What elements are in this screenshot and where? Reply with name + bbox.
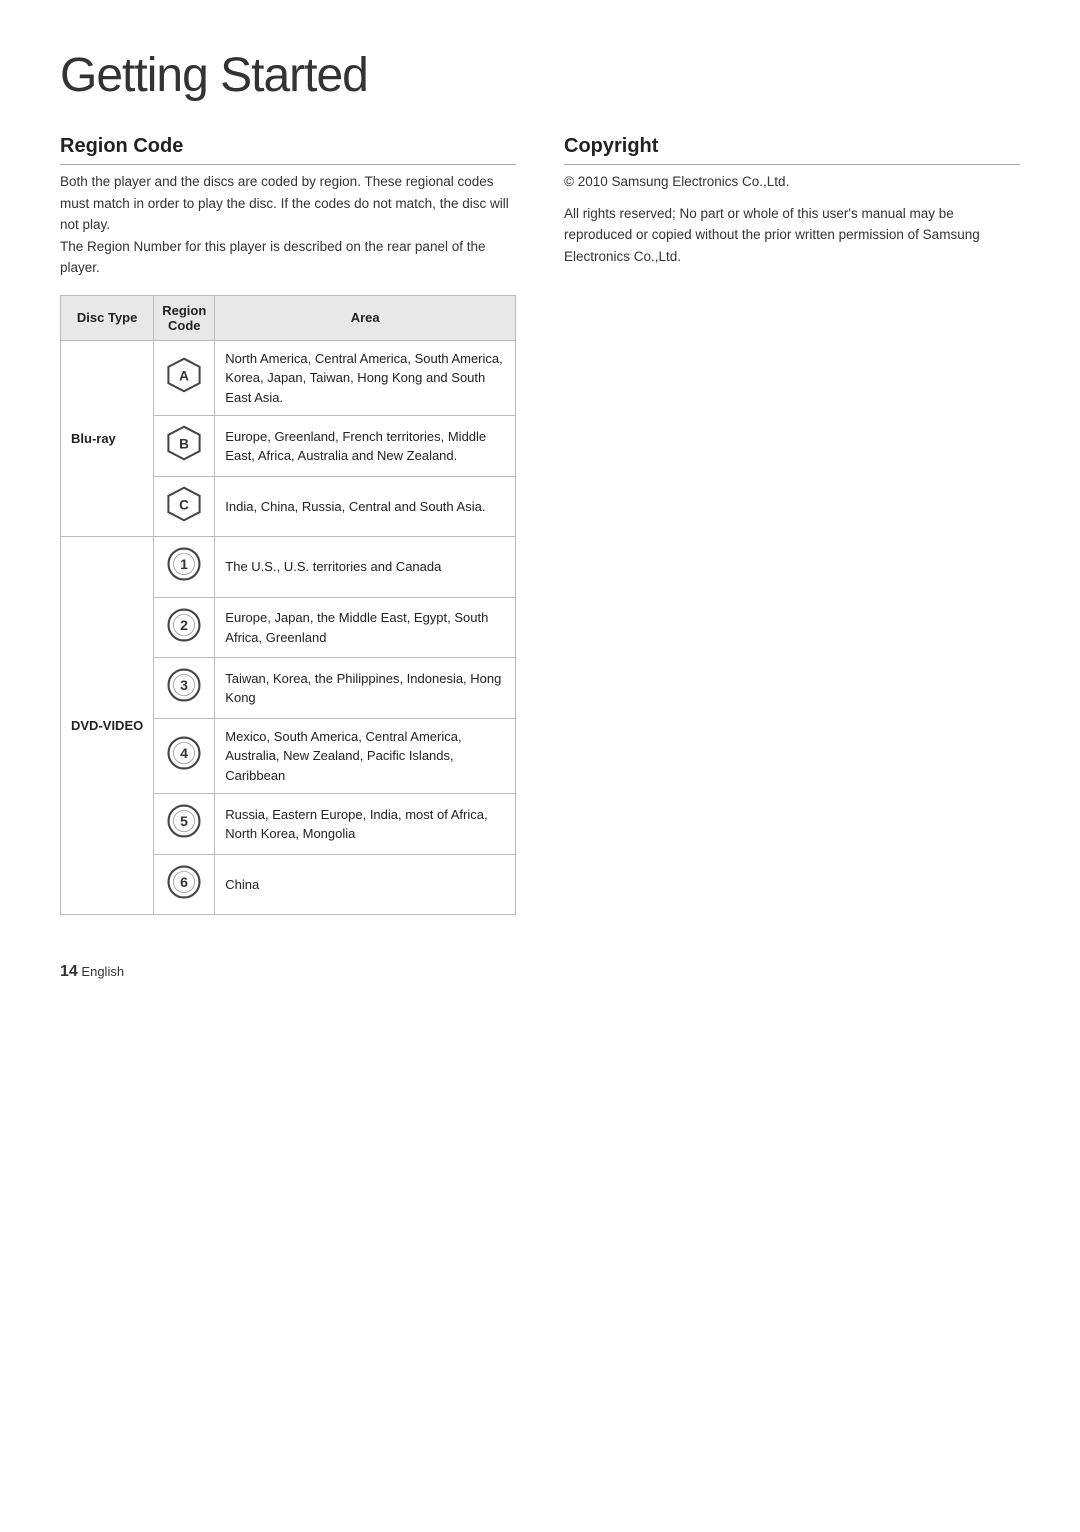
region-code-intro: Both the player and the discs are coded … (60, 171, 516, 279)
svg-text:2: 2 (180, 617, 188, 633)
copyright-body: © 2010 Samsung Electronics Co.,Ltd. All … (564, 171, 1020, 267)
copyright-title: Copyright (564, 135, 1020, 165)
region-icon-cell: 1 (154, 537, 215, 598)
region-icon-cell: 5 (154, 794, 215, 855)
area-cell: The U.S., U.S. territories and Canada (215, 537, 516, 598)
page-title: Getting Started (60, 48, 1020, 103)
region-icon-cell: C (154, 476, 215, 537)
area-cell: India, China, Russia, Central and South … (215, 476, 516, 537)
svg-text:4: 4 (180, 745, 188, 761)
svg-text:B: B (179, 437, 189, 452)
copyright-line-1: © 2010 Samsung Electronics Co.,Ltd. (564, 171, 1020, 193)
svg-text:C: C (179, 497, 189, 512)
table-header-region-code: Region Code (154, 295, 215, 340)
area-cell: Taiwan, Korea, the Philippines, Indonesi… (215, 658, 516, 719)
copyright-section: Copyright © 2010 Samsung Electronics Co.… (564, 135, 1020, 277)
region-icon-cell: B (154, 416, 215, 477)
region-icon-cell: 3 (154, 658, 215, 719)
region-icon-cell: 6 (154, 854, 215, 915)
footer-language: English (81, 964, 124, 979)
svg-text:1: 1 (180, 556, 188, 572)
intro-para-1: Both the player and the discs are coded … (60, 171, 516, 236)
region-icon-cell: 2 (154, 597, 215, 658)
region-code-table: Disc Type Region Code Area Blu-ray A Nor… (60, 295, 516, 916)
table-header-disc-type: Disc Type (61, 295, 154, 340)
intro-para-2: The Region Number for this player is des… (60, 236, 516, 279)
copyright-line-2: All rights reserved; No part or whole of… (564, 203, 1020, 268)
svg-text:3: 3 (180, 677, 188, 693)
table-header-area: Area (215, 295, 516, 340)
footer: 14 English (60, 963, 1020, 981)
disc-type-dvd: DVD-VIDEO (61, 537, 154, 915)
region-code-title: Region Code (60, 135, 516, 165)
area-cell: Russia, Eastern Europe, India, most of A… (215, 794, 516, 855)
disc-type-bluray: Blu-ray (61, 340, 154, 537)
footer-page-number: 14 (60, 963, 78, 980)
area-cell: China (215, 854, 516, 915)
svg-text:5: 5 (180, 813, 188, 829)
region-code-section: Region Code Both the player and the disc… (60, 135, 516, 915)
table-row: DVD-VIDEO 1 The U.S., U.S. territories a… (61, 537, 516, 598)
region-icon-cell: A (154, 340, 215, 416)
area-cell: Mexico, South America, Central America, … (215, 718, 516, 794)
area-cell: Europe, Japan, the Middle East, Egypt, S… (215, 597, 516, 658)
main-content: Region Code Both the player and the disc… (60, 135, 1020, 915)
svg-text:A: A (179, 369, 189, 384)
area-cell: Europe, Greenland, French territories, M… (215, 416, 516, 477)
svg-text:6: 6 (180, 874, 188, 890)
region-icon-cell: 4 (154, 718, 215, 794)
table-row: Blu-ray A North America, Central America… (61, 340, 516, 416)
area-cell: North America, Central America, South Am… (215, 340, 516, 416)
